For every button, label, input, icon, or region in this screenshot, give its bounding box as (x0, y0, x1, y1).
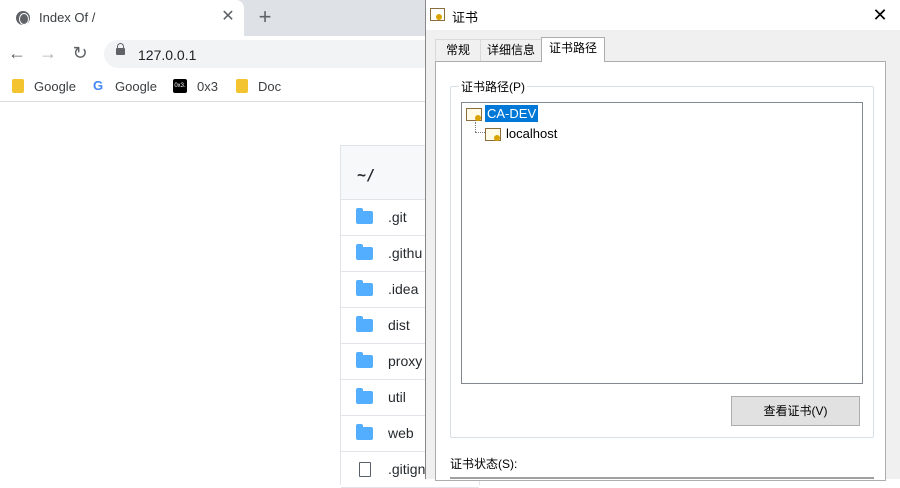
folder-icon (356, 316, 373, 332)
folder-icon (356, 388, 373, 404)
certification-path-group: 证书路径(P) CA-DEV localhost 查看证书(V) (450, 78, 874, 438)
tab-certification-path[interactable]: 证书路径 (541, 37, 605, 62)
globe-icon (16, 11, 30, 25)
bookmark-google-folder[interactable]: Google (12, 78, 82, 96)
folder-icon (356, 352, 373, 368)
group-label: 证书路径(P) (459, 78, 527, 95)
back-button[interactable]: ← (5, 41, 29, 65)
bookmark-google[interactable]: G Google (93, 78, 163, 96)
bookmark-0x3[interactable]: 0x3. 0x3 (173, 78, 223, 96)
0x3-icon: 0x3. (173, 79, 187, 93)
tab-title: Index Of / (39, 10, 96, 25)
certification-path-tree[interactable]: CA-DEV localhost (461, 102, 863, 384)
reload-button[interactable]: ↻ (68, 41, 92, 65)
close-tab-icon[interactable]: ✕ (218, 7, 238, 27)
tree-connector (475, 122, 476, 132)
folder-icon (356, 280, 373, 296)
tab-panel: 证书路径(P) CA-DEV localhost 查看证书(V) 证书状态(S)… (435, 61, 886, 481)
file-icon (359, 462, 371, 477)
tab-details[interactable]: 详细信息 (480, 39, 542, 61)
tab-general[interactable]: 常规 (435, 39, 481, 61)
folder-icon (356, 244, 373, 260)
certificate-dialog: 证书 ✕ 常规 详细信息 证书路径 证书路径(P) CA-DEV localho… (425, 0, 900, 481)
forward-button[interactable]: → (36, 41, 60, 65)
url-text: 127.0.0.1 (138, 47, 197, 63)
certificate-icon (430, 8, 445, 21)
tree-connector (475, 132, 485, 133)
tree-node-ca-dev[interactable]: CA-DEV (466, 105, 586, 123)
certificate-status-label: 证书状态(S): (450, 457, 518, 471)
certificate-icon (485, 128, 501, 141)
folder-icon (356, 208, 373, 224)
tree-node-localhost[interactable]: localhost (485, 125, 605, 143)
address-bar[interactable]: 127.0.0.1 (104, 40, 444, 68)
folder-icon (12, 79, 24, 93)
close-dialog-button[interactable]: ✕ (866, 3, 894, 27)
tab-index-of[interactable]: Index Of / ✕ (0, 0, 244, 36)
bookmark-doc[interactable]: Doc (236, 78, 286, 96)
folder-icon (356, 424, 373, 440)
lock-icon (116, 43, 125, 55)
dialog-title: 证书 (452, 10, 479, 25)
certificate-icon (466, 108, 482, 121)
folder-icon (236, 79, 248, 93)
new-tab-button[interactable]: + (254, 5, 276, 29)
dialog-titlebar[interactable]: 证书 ✕ (426, 0, 900, 30)
view-certificate-button[interactable]: 查看证书(V) (731, 396, 860, 426)
google-icon: G (93, 78, 104, 93)
